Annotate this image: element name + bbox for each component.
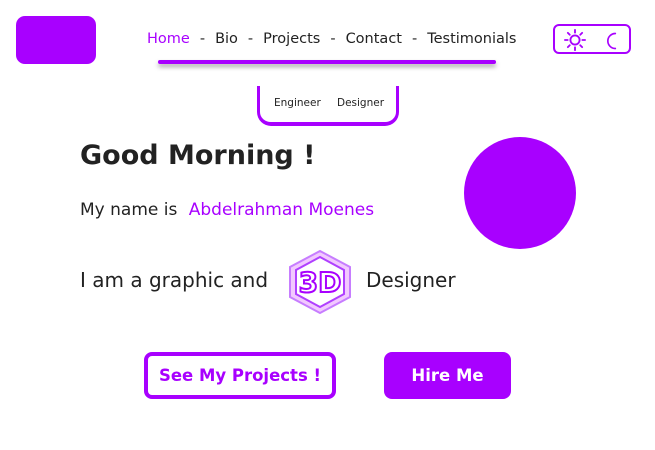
tagline-prefix: I am a graphic and [80, 268, 269, 292]
greeting-heading: Good Morning ! [80, 140, 316, 171]
role-designer: Designer [337, 97, 385, 109]
3d-badge-icon: 3D [289, 249, 351, 315]
moon-icon[interactable] [602, 31, 622, 51]
see-projects-button[interactable]: See My Projects ! [144, 352, 336, 399]
main-nav: Home - Bio - Projects - Contact - Testim… [147, 29, 516, 49]
intro-line: My name is Abdelrahman Moenes [80, 200, 374, 220]
intro-prefix: My name is [80, 200, 178, 220]
hire-me-button[interactable]: Hire Me [384, 352, 511, 399]
owner-name: Abdelrahman Moenes [188, 200, 375, 220]
nav-separator: - [330, 31, 336, 47]
nav-separator: - [247, 31, 254, 47]
badge-3d-label: 3D [299, 266, 342, 299]
tagline-suffix: Designer [366, 268, 456, 292]
nav-home[interactable]: Home [147, 31, 190, 47]
avatar [464, 137, 576, 249]
roles-tab: Engineer Designer [257, 86, 399, 126]
nav-separator: - [199, 31, 206, 47]
nav-bio[interactable]: Bio [215, 31, 238, 47]
sun-icon[interactable] [564, 29, 586, 51]
role-engineer: Engineer [274, 97, 321, 109]
theme-toggle[interactable] [553, 24, 631, 54]
nav-contact[interactable]: Contact [346, 31, 402, 47]
nav-projects[interactable]: Projects [263, 31, 320, 47]
logo[interactable] [16, 16, 96, 64]
nav-underline [158, 60, 496, 64]
nav-testimonials[interactable]: Testimonials [427, 31, 516, 47]
nav-separator: - [411, 31, 418, 47]
